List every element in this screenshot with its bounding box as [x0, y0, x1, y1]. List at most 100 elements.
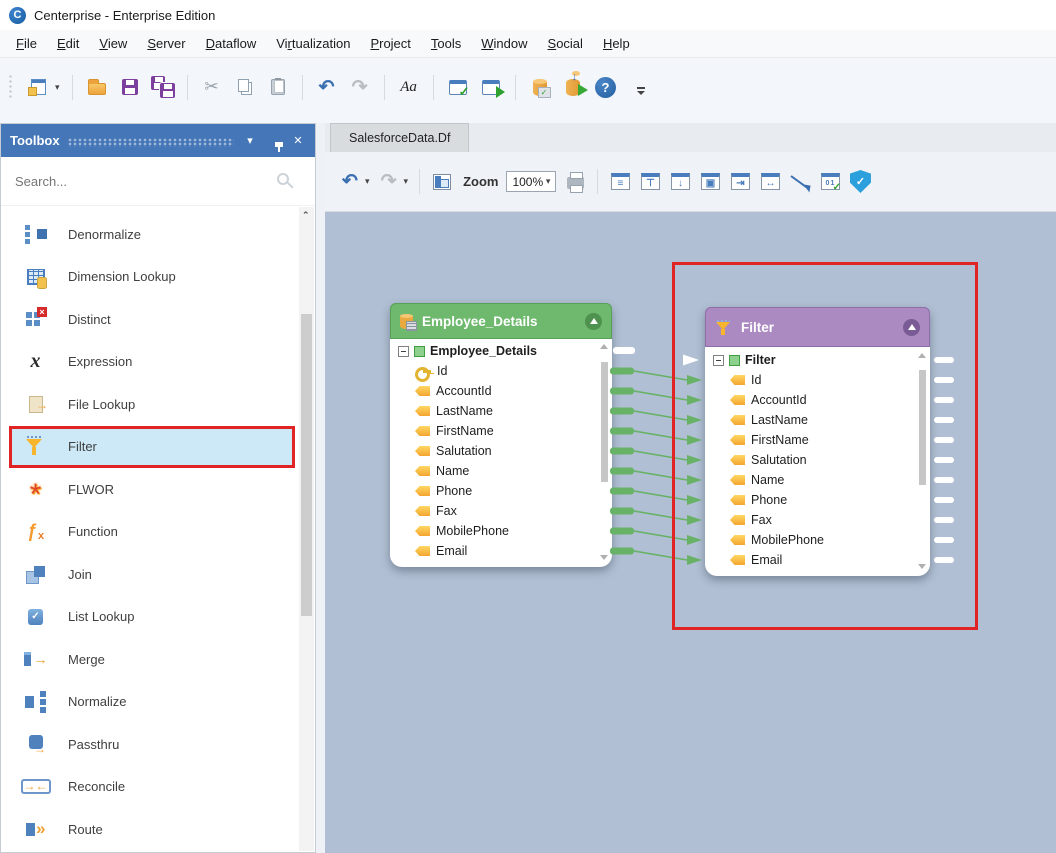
layout-vertical-button[interactable]: [639, 170, 661, 194]
canvas-redo-button[interactable]: ↷: [378, 170, 400, 194]
toolbox-item-icon: [22, 307, 49, 331]
field-row[interactable]: MobilePhone: [398, 521, 606, 541]
employee-root-label: Employee_Details: [430, 344, 537, 358]
document-tab-bar: SalesforceData.Df: [325, 123, 1056, 152]
field-row[interactable]: AccountId: [398, 381, 606, 401]
toolbox-item[interactable]: Route: [9, 808, 295, 851]
field-name: Phone: [436, 484, 472, 498]
field-row[interactable]: FirstName: [398, 421, 606, 441]
toolbox-item[interactable]: FLWOR: [9, 468, 295, 511]
canvas-undo-button[interactable]: ↶: [339, 170, 361, 194]
field-row[interactable]: Phone: [398, 481, 606, 501]
new-dropdown-caret[interactable]: ▾: [55, 82, 60, 93]
print-button[interactable]: [564, 170, 586, 194]
toolbox-item-icon: [22, 732, 49, 756]
menu-item[interactable]: Project: [360, 32, 420, 55]
redo-button[interactable]: ↷: [348, 74, 372, 100]
fit-to-window-button[interactable]: [431, 170, 453, 194]
toolbox-item[interactable]: Filter: [9, 426, 295, 469]
copy-button[interactable]: [233, 74, 257, 100]
save-button[interactable]: [118, 74, 142, 100]
toolbar-overflow-button[interactable]: [637, 87, 645, 95]
start-dataflow-button[interactable]: [479, 74, 503, 100]
straight-link-button[interactable]: [789, 170, 811, 194]
menu-item[interactable]: Edit: [47, 32, 89, 55]
menu-item[interactable]: Help: [593, 32, 640, 55]
toolbox-item[interactable]: Join: [9, 553, 295, 596]
menu-item[interactable]: Dataflow: [196, 32, 267, 55]
preview-data-button[interactable]: [819, 170, 841, 194]
save-all-button[interactable]: [151, 76, 175, 98]
menu-item[interactable]: Server: [137, 32, 195, 55]
field-row[interactable]: LastName: [398, 401, 606, 421]
dataflow-canvas[interactable]: Employee_Details Employee_Details: [325, 212, 1056, 853]
toolbox-item[interactable]: Passthru: [9, 723, 295, 766]
toolbox-item[interactable]: List Lookup: [9, 596, 295, 639]
toolbox-scroll-thumb[interactable]: [301, 314, 312, 616]
menu-item[interactable]: Virtualization: [266, 32, 360, 55]
menu-item[interactable]: File: [6, 32, 47, 55]
node-scroll-thumb[interactable]: [601, 362, 608, 482]
toolbox-item-icon: [22, 690, 49, 714]
tab-salesforcedata[interactable]: SalesforceData.Df: [330, 123, 469, 152]
toolbox-item-icon: [22, 477, 49, 501]
menu-item[interactable]: View: [89, 32, 137, 55]
open-button[interactable]: [85, 74, 109, 100]
menu-item[interactable]: Tools: [421, 32, 471, 55]
toolbox-scrollbar[interactable]: ⌃: [299, 207, 314, 851]
field-icon: [415, 446, 430, 456]
toolbox-menu-caret[interactable]: ▾: [242, 134, 258, 147]
field-row[interactable]: Name: [398, 461, 606, 481]
font-button[interactable]: Aa: [397, 74, 421, 100]
scroll-up-icon[interactable]: ⌃: [302, 210, 310, 221]
employee-node-header[interactable]: Employee_Details: [390, 303, 612, 339]
toolbox-item[interactable]: File Lookup: [9, 383, 295, 426]
canvas-undo-caret[interactable]: ▾: [365, 176, 370, 187]
field-row[interactable]: Fax: [398, 501, 606, 521]
layout-horizontal-button[interactable]: [609, 170, 631, 194]
redo-icon: ↷: [352, 76, 368, 99]
toolbox-item-label: Normalize: [68, 694, 127, 709]
collapse-node-button[interactable]: [729, 170, 751, 194]
database-table-icon: [400, 314, 413, 329]
verify-dataflow-button[interactable]: [849, 170, 871, 194]
collapse-node-toggle[interactable]: [585, 313, 602, 330]
database-deploy-button[interactable]: [561, 74, 585, 100]
field-row[interactable]: Email: [398, 541, 606, 561]
help-button[interactable]: [594, 74, 618, 100]
toolbox-item[interactable]: Reconcile: [9, 766, 295, 809]
expand-all-nodes-button[interactable]: [759, 170, 781, 194]
toolbox-item[interactable]: Expression: [9, 341, 295, 384]
undo-button[interactable]: ↶: [315, 74, 339, 100]
search-input[interactable]: [15, 174, 255, 189]
close-icon[interactable]: ✕: [290, 134, 306, 147]
canvas-redo-caret[interactable]: ▾: [404, 176, 409, 187]
paste-button[interactable]: [266, 74, 290, 100]
toolbox-item[interactable]: Distinct: [9, 298, 295, 341]
collapse-tree-icon[interactable]: [398, 346, 409, 357]
toolbox-item[interactable]: Dimension Lookup: [9, 256, 295, 299]
menu-item[interactable]: Window: [471, 32, 537, 55]
field-row[interactable]: Salutation: [398, 441, 606, 461]
toolbox-item[interactable]: Merge: [9, 638, 295, 681]
new-dataflow-button[interactable]: [26, 74, 50, 100]
cut-button[interactable]: ✂: [200, 74, 224, 100]
employee-root-row[interactable]: Employee_Details: [398, 341, 606, 361]
toolbox-item-icon: [22, 605, 49, 629]
menu-item[interactable]: Social: [538, 32, 593, 55]
toolbar-grip[interactable]: [8, 74, 13, 100]
employee-details-node[interactable]: Employee_Details Employee_Details: [390, 303, 612, 567]
paste-icon: [271, 79, 285, 95]
zoom-select[interactable]: 100%▾: [506, 171, 556, 192]
auto-layout-button[interactable]: [669, 170, 691, 194]
node-scroll-up-icon[interactable]: [600, 344, 608, 349]
verify-button[interactable]: [446, 74, 470, 100]
expand-node-button[interactable]: [699, 170, 721, 194]
node-scroll-down-icon[interactable]: [600, 555, 608, 560]
toolbox-item[interactable]: Normalize: [9, 681, 295, 724]
toolbox-item[interactable]: Denormalize: [9, 213, 295, 256]
field-row[interactable]: Id: [398, 361, 606, 381]
toolbox-item[interactable]: Function: [9, 511, 295, 554]
database-browse-button[interactable]: [528, 74, 552, 100]
start-dataflow-icon: [482, 80, 500, 95]
